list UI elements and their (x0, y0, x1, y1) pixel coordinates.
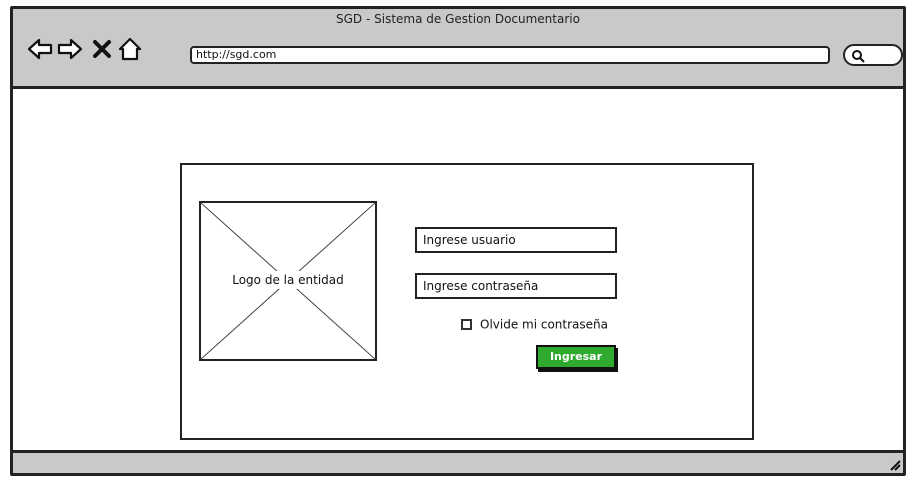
password-input[interactable]: Ingrese contraseña (415, 273, 617, 299)
login-button[interactable]: Ingresar (536, 345, 616, 369)
username-input[interactable]: Ingrese usuario (415, 227, 617, 253)
home-icon (118, 37, 142, 61)
resize-grip-icon[interactable] (887, 457, 901, 471)
back-button[interactable] (27, 36, 53, 62)
back-icon (27, 38, 53, 60)
forward-icon (57, 38, 83, 60)
browser-toolbar: SGD - Sistema de Gestion Documentario ht… (13, 9, 903, 89)
forgot-password-row: Olvide mi contraseña (461, 317, 608, 332)
login-panel: Logo de la entidad Ingrese usuario Ingre… (180, 163, 754, 440)
close-icon (93, 40, 111, 58)
logo-placeholder: Logo de la entidad (199, 201, 377, 361)
browser-window: SGD - Sistema de Gestion Documentario ht… (10, 6, 906, 476)
home-button[interactable] (117, 36, 143, 62)
forgot-password-checkbox[interactable] (461, 319, 472, 330)
window-title: SGD - Sistema de Gestion Documentario (336, 12, 580, 26)
search-button[interactable] (843, 44, 903, 66)
forward-button[interactable] (57, 36, 83, 62)
logo-label: Logo de la entidad (218, 271, 358, 289)
stop-button[interactable] (89, 36, 115, 62)
forgot-password-label[interactable]: Olvide mi contraseña (480, 318, 608, 332)
status-bar (13, 450, 903, 473)
search-icon (852, 50, 865, 63)
address-bar[interactable]: http://sgd.com (190, 46, 830, 64)
